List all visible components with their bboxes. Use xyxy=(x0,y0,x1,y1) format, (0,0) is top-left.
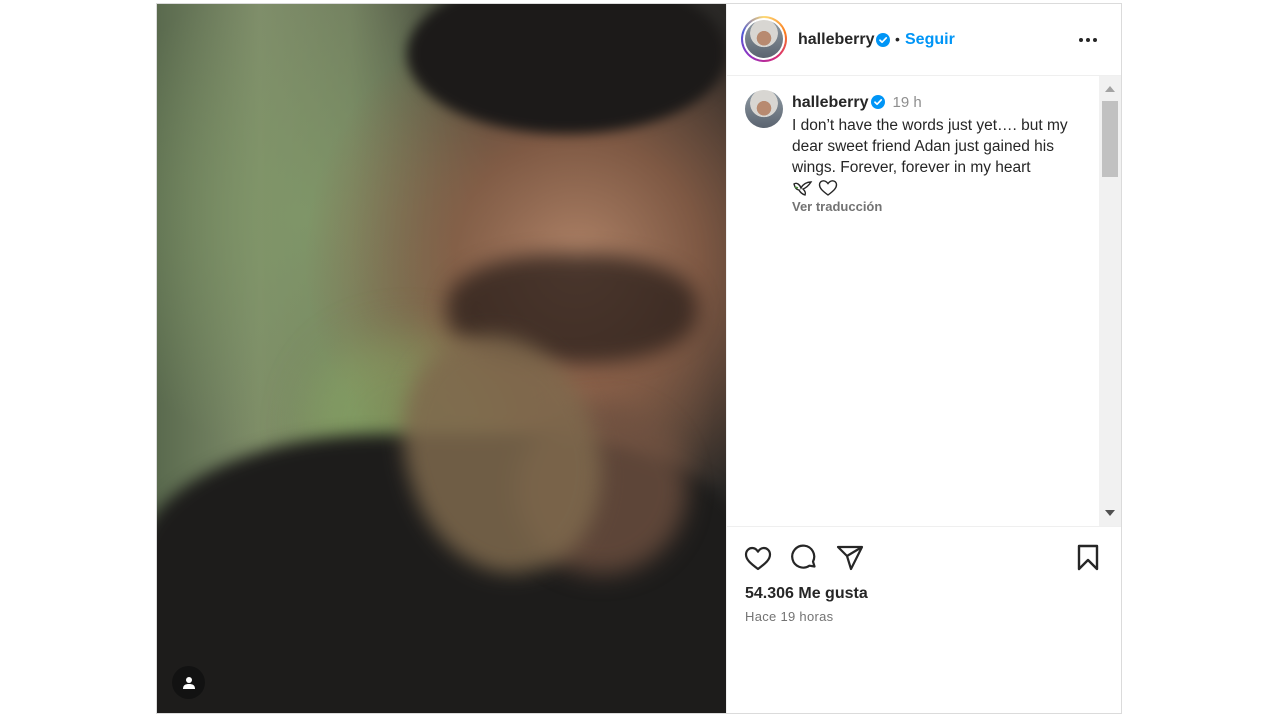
photo-hair xyxy=(407,4,726,134)
share-icon[interactable] xyxy=(835,543,865,573)
author-username[interactable]: halleberry xyxy=(798,31,874,49)
post-header: halleberry • Seguir xyxy=(727,4,1121,76)
post-details-panel: halleberry • Seguir halleberry 19 h I do… xyxy=(726,4,1121,713)
follow-button[interactable]: Seguir xyxy=(905,31,955,49)
caption-text: I don’t have the words just yet…. but my… xyxy=(792,117,1068,176)
avatar-image xyxy=(745,20,783,58)
caption-username[interactable]: halleberry xyxy=(792,94,868,111)
verified-badge-icon xyxy=(876,33,890,47)
comments-section[interactable]: halleberry 19 h I don’t have the words j… xyxy=(727,76,1121,527)
separator-dot: • xyxy=(895,31,900,47)
heart-outline-icon xyxy=(819,180,838,196)
save-icon[interactable] xyxy=(1073,543,1103,573)
action-bar xyxy=(727,527,1121,587)
tagged-users-button[interactable] xyxy=(172,666,205,699)
more-options-icon[interactable] xyxy=(1076,30,1100,50)
user-icon xyxy=(182,676,195,689)
caption-avatar[interactable] xyxy=(745,90,783,128)
scroll-down-arrow-icon[interactable] xyxy=(1105,510,1115,516)
caption-time[interactable]: 19 h xyxy=(892,94,921,111)
comment-icon[interactable] xyxy=(789,543,819,573)
scroll-thumb[interactable] xyxy=(1102,101,1118,177)
like-icon[interactable] xyxy=(743,543,773,573)
post-photo[interactable] xyxy=(157,4,726,713)
post-card: halleberry • Seguir halleberry 19 h I do… xyxy=(156,3,1122,714)
scroll-up-arrow-icon[interactable] xyxy=(1105,86,1115,92)
author-avatar[interactable] xyxy=(741,16,787,62)
likes-count[interactable]: 54.306 Me gusta xyxy=(745,585,868,603)
dove-icon xyxy=(793,181,813,196)
comments-scrollbar[interactable] xyxy=(1099,76,1121,526)
verified-badge-icon xyxy=(871,95,886,109)
caption-header: halleberry 19 h xyxy=(792,94,922,112)
post-timestamp[interactable]: Hace 19 horas xyxy=(745,609,833,624)
see-translation-link[interactable]: Ver traducción xyxy=(792,199,882,214)
